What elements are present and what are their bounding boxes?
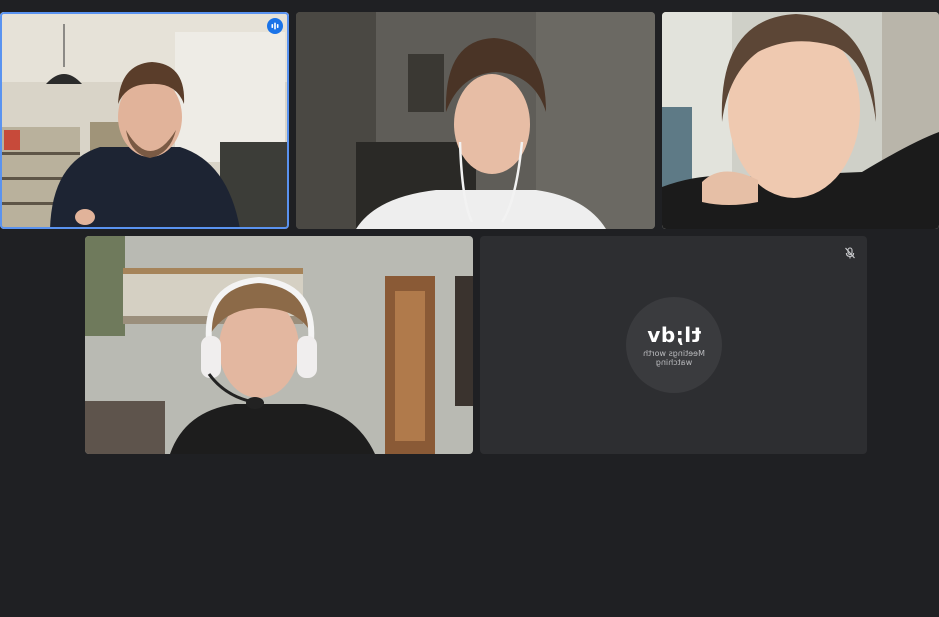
mic-off-icon [845,247,855,259]
audio-level-icon [267,18,283,34]
participant-tile-3[interactable] [662,12,939,229]
participant-tile-4[interactable] [85,236,473,454]
participant-video-4 [85,236,473,454]
avatar-logo: tl;dv [646,322,701,347]
participant-video-3 [662,12,939,229]
participant-tile-1[interactable] [0,12,289,229]
participant-video-1 [0,12,289,229]
participant-video-2 [296,12,655,229]
meeting-stage: tl;dv Meetings worth watching [0,0,939,617]
participant-avatar: tl;dv Meetings worth watching [625,297,722,393]
participant-tile-5[interactable]: tl;dv Meetings worth watching [480,236,867,454]
avatar-tagline: Meetings worth watching [642,348,705,367]
participant-tile-2[interactable] [296,12,655,229]
